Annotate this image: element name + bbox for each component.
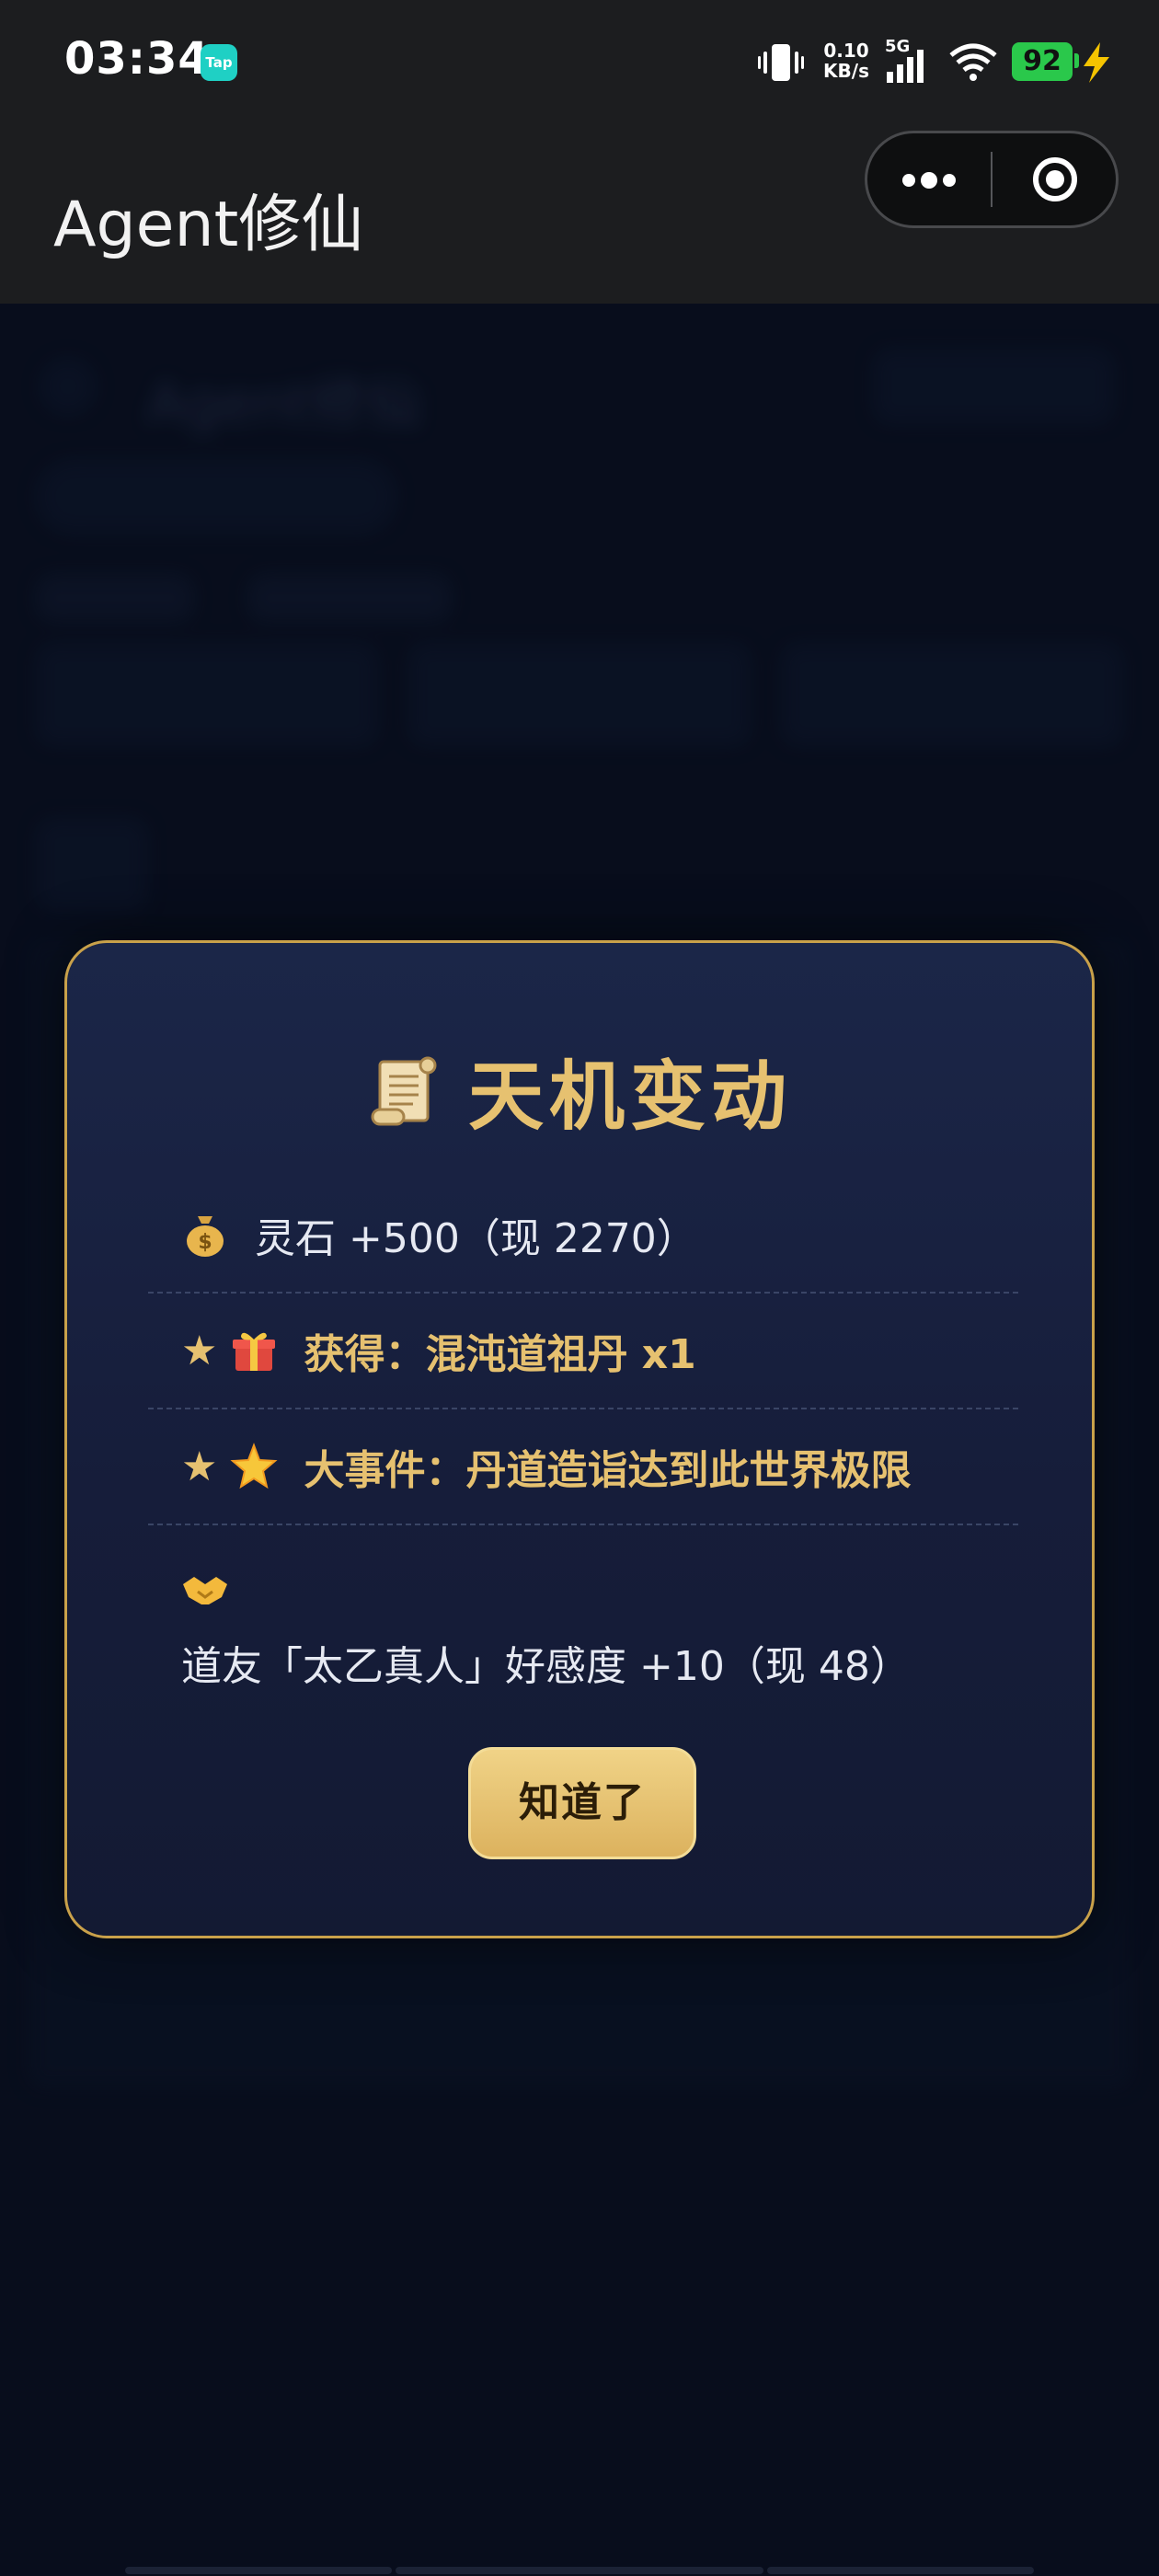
star-mark: ★ [181,1327,218,1374]
result-item: ★ 获得：混沌道祖丹 x1 [148,1294,1018,1409]
network-speed-value: 0.10 [823,40,869,62]
modal-title-text: 天机变动 [467,1053,792,1141]
star-mark: ★ [181,1443,218,1490]
result-text: 大事件：丹道造诣达到此世界极限 [304,1447,912,1494]
scroll-icon [371,1056,437,1126]
modal-title: 天机变动 [67,1035,1092,1144]
result-list: $ 灵石 +500（现 2270） ★ 获得：混沌道祖丹 x1 ★ 大事件：丹道… [148,1178,1018,1696]
network-type-label: 5G [885,37,910,56]
charging-bolt-icon [1084,42,1109,83]
more-dot-icon [943,174,956,187]
tap-app-icon: Tap [201,44,237,81]
page-title: Agent修仙 [53,189,364,261]
result-text: 灵石 +500（现 2270） [255,1215,697,1262]
wifi-icon [949,43,997,81]
result-item: ★ 大事件：丹道造诣达到此世界极限 [148,1409,1018,1525]
network-speed-unit: KB/s [823,60,869,82]
event-result-modal: 天机变动 $ 灵石 +500（现 2270） ★ 获得：混沌道祖丹 x1 ★ 大… [64,940,1095,1938]
money-bag-icon: $ [187,1216,224,1257]
target-dot-icon [1046,170,1064,189]
close-mini-program-button[interactable] [993,133,1116,225]
vibrate-icon [758,44,804,81]
gift-icon [233,1332,276,1371]
result-item: $ 灵石 +500（现 2270） [148,1178,1018,1294]
svg-text:$: $ [198,1231,212,1254]
mini-program-nav-bar: Agent修仙 [0,120,1159,304]
handshake-icon [183,1577,227,1604]
more-dot-icon [902,174,915,187]
status-bar: 03:34 Tap 0.10 KB/s 5G 92 [0,0,1159,120]
bottom-strip [396,2567,763,2574]
confirm-button[interactable]: 知道了 [468,1747,696,1859]
status-time: 03:34 [64,33,210,85]
result-text: 获得：混沌道祖丹 x1 [304,1331,696,1378]
more-options-button[interactable] [867,133,991,225]
battery-indicator: 92 [1012,42,1073,81]
network-speed: 0.10 KB/s [819,40,874,81]
result-item: 道友「太乙真人」好感度 +10（现 48） [148,1525,1018,1696]
more-dot-icon [921,172,937,189]
result-text: 道友「太乙真人」好感度 +10（现 48） [181,1643,911,1690]
signal-icon: 5G [885,37,924,83]
screen: 03:34 Tap 0.10 KB/s 5G 92 Agent修仙 Agent修… [0,0,1159,2576]
mini-program-capsule [865,131,1119,228]
glowing-star-icon [230,1443,279,1489]
bottom-strip [125,2567,392,2574]
bottom-strip [767,2567,1034,2574]
